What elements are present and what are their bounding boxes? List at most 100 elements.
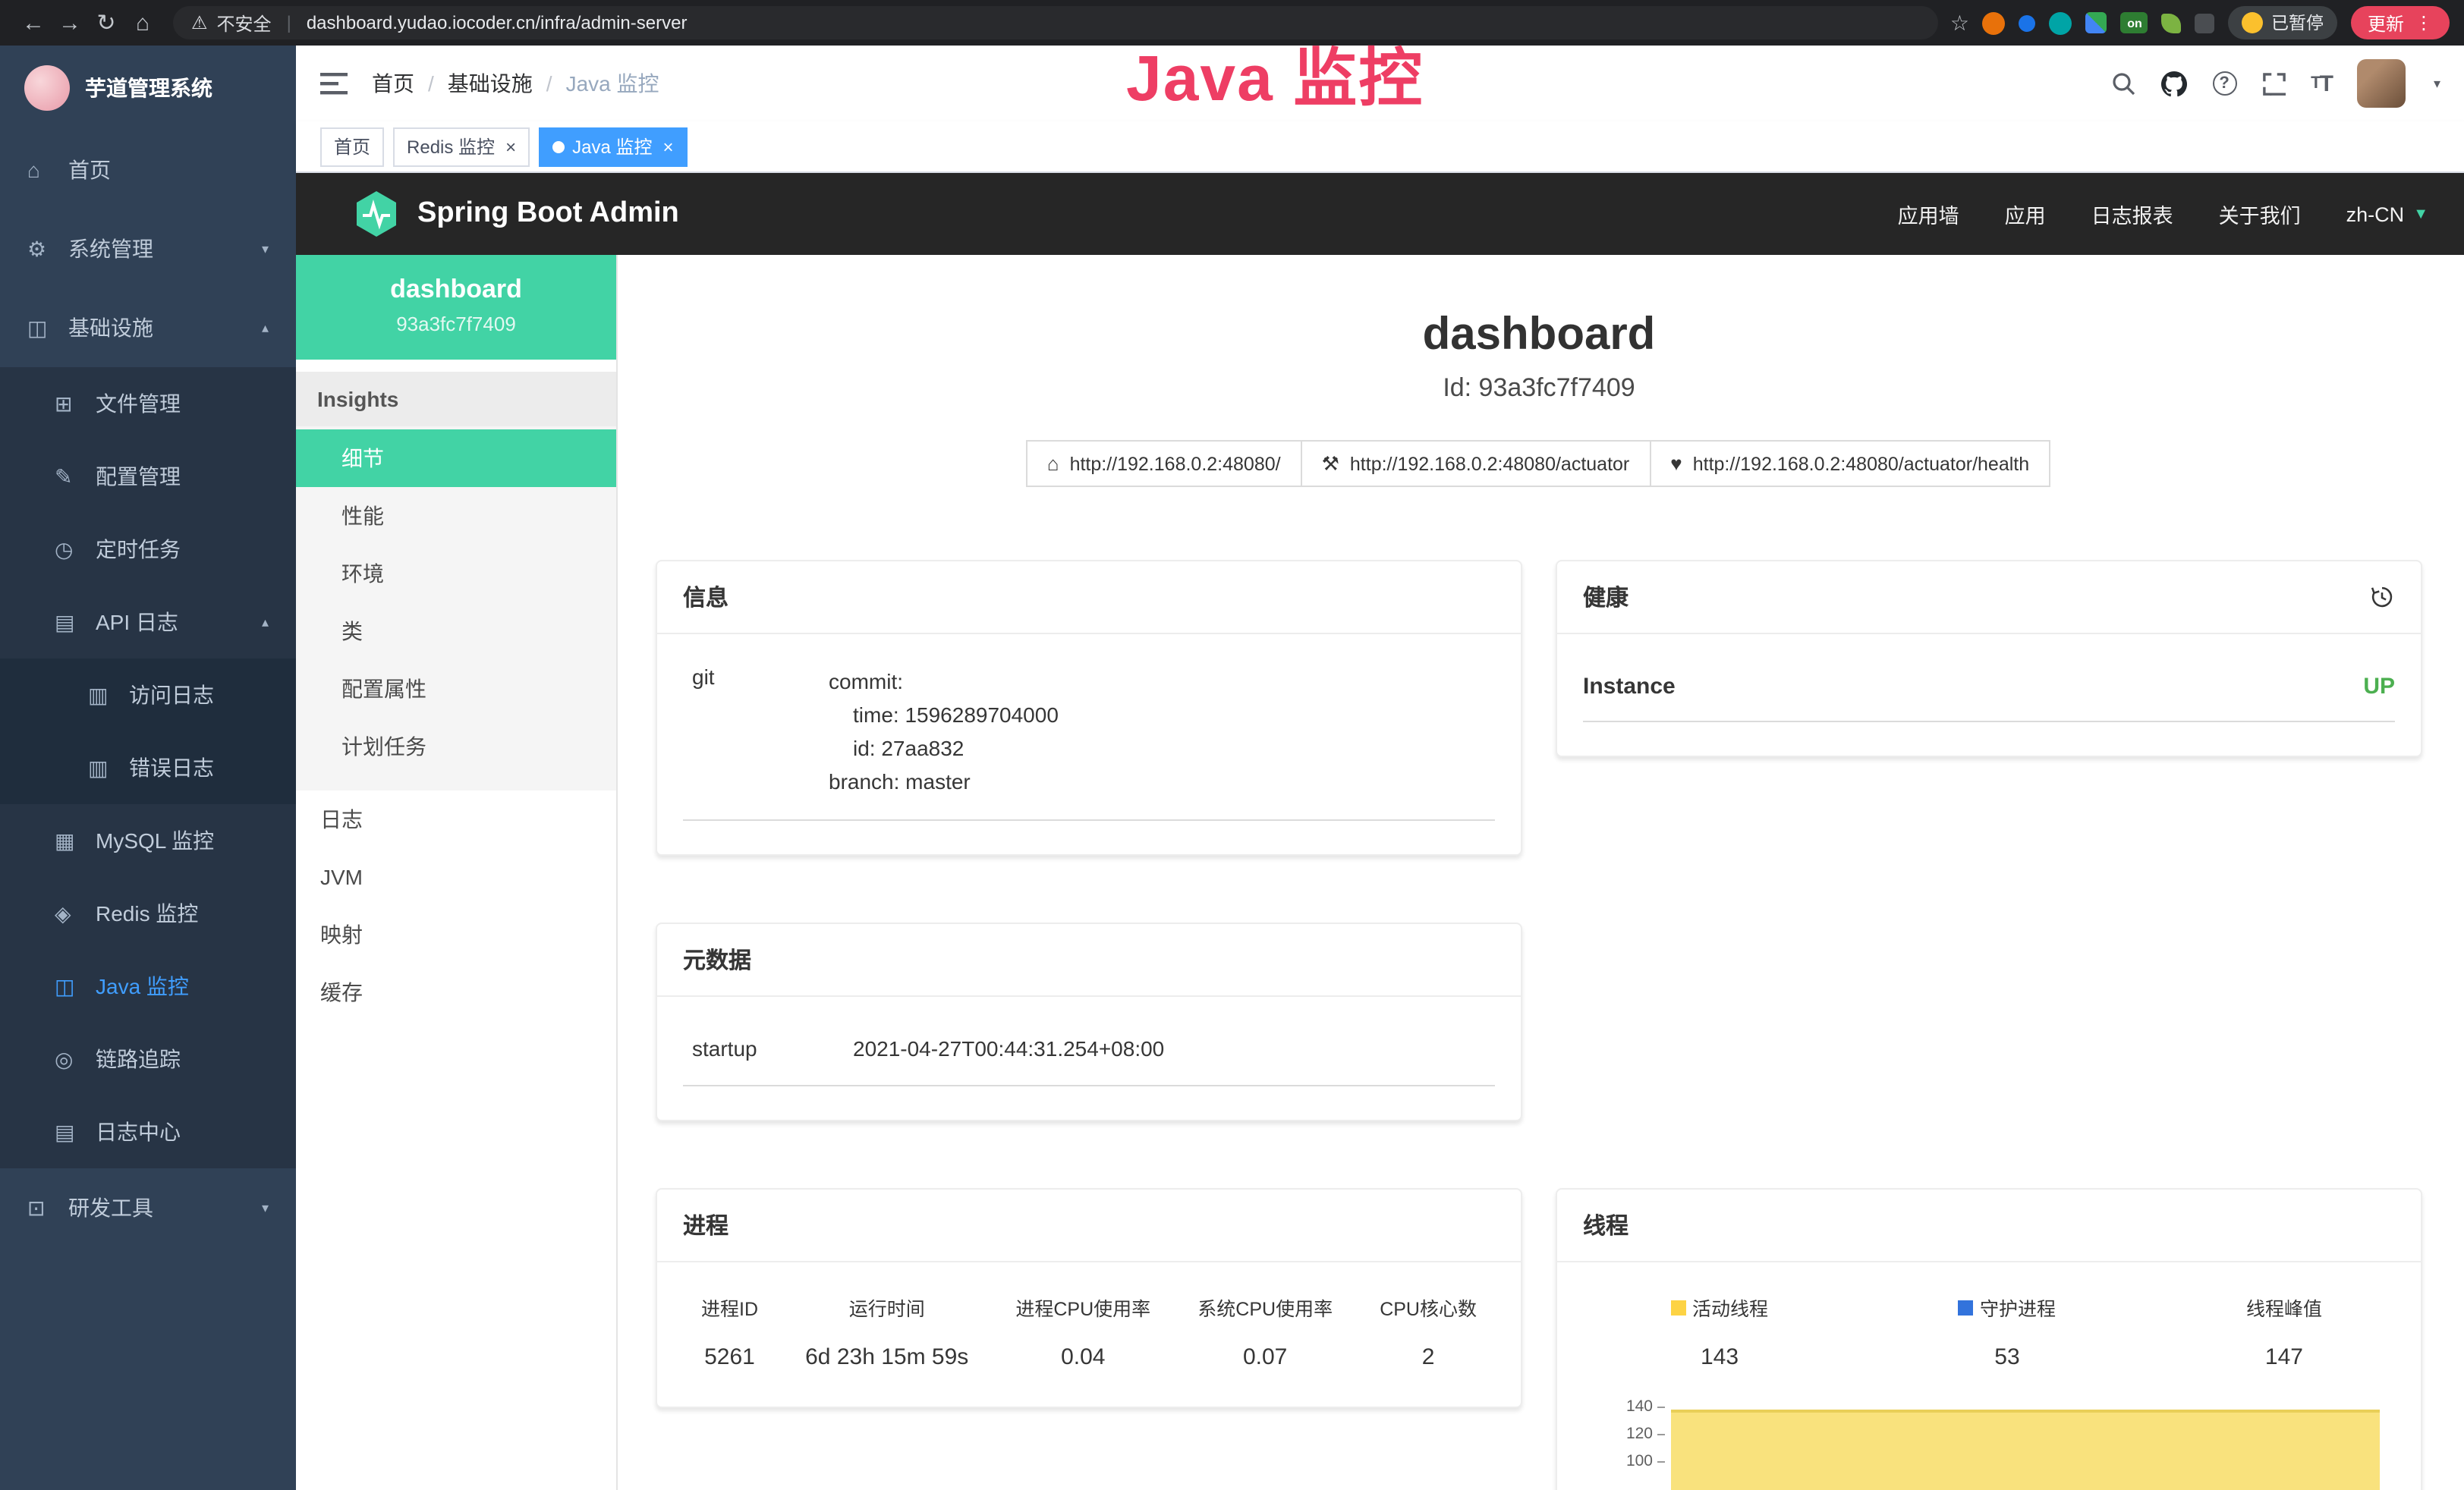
sidebar-item-file[interactable]: ⊞ 文件管理 xyxy=(0,367,296,440)
sidebar-item-redis[interactable]: ◈ Redis 监控 xyxy=(0,877,296,950)
browser-window: Java 监控 ← → ↻ ⌂ ⚠ 不安全 | dashboard.yudao.… xyxy=(0,0,2464,1490)
tools-icon: ⊡ xyxy=(27,1195,61,1221)
instance-id-line: Id: 93a3fc7f7409 xyxy=(656,373,2422,404)
tab-java[interactable]: Java 监控 × xyxy=(539,127,687,166)
sidebar-item-trace[interactable]: ◎ 链路追踪 xyxy=(0,1023,296,1095)
sba-language-select[interactable]: zh-CN ▼ xyxy=(2346,203,2428,225)
sidebar-item-home[interactable]: ⌂ 首页 xyxy=(0,130,296,209)
health-card-title: 健康 xyxy=(1583,581,1629,613)
update-button[interactable]: 更新 ⋮ xyxy=(2351,6,2450,39)
doc-icon: ▥ xyxy=(88,755,121,781)
breadcrumb-home[interactable]: 首页 xyxy=(372,68,414,99)
sba-header: Spring Boot Admin 应用墙 应用 日志报表 关于我们 zh-CN… xyxy=(296,173,2464,255)
forward-button[interactable]: → xyxy=(52,10,88,36)
sidebar-item-infra[interactable]: ◫ 基础设施 ▴ xyxy=(0,288,296,367)
service-url-button[interactable]: ⌂ http://192.168.0.2:48080/ xyxy=(1026,440,1302,487)
back-button[interactable]: ← xyxy=(15,10,52,36)
fullscreen-icon[interactable] xyxy=(2262,72,2285,95)
edit-icon: ✎ xyxy=(55,464,88,489)
extension-orange-icon[interactable] xyxy=(1983,11,2006,34)
gear-icon: ⚙ xyxy=(27,236,61,262)
legend-swatch-daemon xyxy=(1959,1300,1974,1315)
search-icon[interactable] xyxy=(2110,71,2135,96)
extensions-puzzle-icon[interactable] xyxy=(2195,13,2215,33)
annotation-text: Java 监控 xyxy=(1126,27,1424,120)
sba-nav-about[interactable]: 关于我们 xyxy=(2219,199,2301,229)
sba-sidebar: dashboard 93a3fc7f7409 Insights 细节 性能 环境… xyxy=(296,255,618,1490)
extension-blue-icon[interactable] xyxy=(2019,14,2036,31)
app-title: 芋道管理系统 xyxy=(85,73,212,103)
sidebar-item-error-log[interactable]: ▥ 错误日志 xyxy=(0,731,296,804)
sidebar-item-access-log[interactable]: ▥ 访问日志 xyxy=(0,659,296,731)
chevron-down-icon: ▾ xyxy=(262,1199,269,1216)
process-card: 进程 进程ID5261 运行时间6d 23h 15m 59s 进程CPU使用率0… xyxy=(656,1188,1522,1408)
sidebar-item-config[interactable]: ✎ 配置管理 xyxy=(0,440,296,513)
tab-home[interactable]: 首页 xyxy=(320,127,384,166)
app-logo[interactable]: 芋道管理系统 xyxy=(0,46,296,130)
breadcrumb-infra[interactable]: 基础设施 xyxy=(448,68,533,99)
font-size-icon[interactable]: TT xyxy=(2311,71,2332,96)
logo-avatar xyxy=(24,65,70,111)
history-icon[interactable] xyxy=(2369,584,2395,610)
process-card-title: 进程 xyxy=(657,1190,1521,1262)
extension-teal-icon[interactable] xyxy=(2050,11,2072,34)
wrench-icon: ⚒ xyxy=(1322,451,1339,476)
sba-nav-wallboard[interactable]: 应用墙 xyxy=(1898,199,1959,229)
help-icon[interactable]: ? xyxy=(2212,71,2236,96)
refresh-button[interactable]: ↻ xyxy=(88,9,124,36)
sba-body: dashboard 93a3fc7f7409 Insights 细节 性能 环境… xyxy=(296,255,2464,1490)
security-warning-icon[interactable]: ⚠ xyxy=(191,12,208,33)
admin-app: 芋道管理系统 ⌂ 首页 ⚙ 系统管理 ▾ ◫ 基础设施 ▴ ⊞ 文件管理 ✎ xyxy=(0,46,2464,1490)
sidebar-item-log-center[interactable]: ▤ 日志中心 xyxy=(0,1095,296,1168)
home-button[interactable]: ⌂ xyxy=(124,10,161,36)
sba-item-classes[interactable]: 类 xyxy=(296,602,616,660)
sba-frame: Spring Boot Admin 应用墙 应用 日志报表 关于我们 zh-CN… xyxy=(296,173,2464,1490)
sba-item-metrics[interactable]: 性能 xyxy=(296,487,616,545)
log-icon: ▤ xyxy=(55,609,88,635)
sba-brand[interactable]: Spring Boot Admin xyxy=(354,190,679,238)
sba-item-mappings[interactable]: 映射 xyxy=(296,906,616,963)
sba-logo-icon xyxy=(354,190,399,238)
hamburger-icon[interactable] xyxy=(320,71,348,96)
close-icon[interactable]: × xyxy=(662,136,673,157)
breadcrumb-current: Java 监控 xyxy=(566,68,659,99)
github-icon[interactable] xyxy=(2160,71,2186,96)
address-bar[interactable]: ⚠ 不安全 | dashboard.yudao.iocoder.cn/infra… xyxy=(173,6,1938,39)
profile-paused-badge[interactable]: 已暂停 xyxy=(2229,6,2337,39)
instance-header[interactable]: dashboard 93a3fc7f7409 xyxy=(296,255,616,360)
sidebar-item-api-log[interactable]: ▤ API 日志 ▴ xyxy=(0,586,296,659)
user-avatar[interactable] xyxy=(2358,59,2406,108)
sidebar-item-java[interactable]: ◫ Java 监控 xyxy=(0,950,296,1023)
chevron-up-icon: ▴ xyxy=(262,319,269,336)
sba-item-config-props[interactable]: 配置属性 xyxy=(296,660,616,718)
security-label: 不安全 xyxy=(217,10,272,36)
sidebar-item-dev-tools[interactable]: ⊡ 研发工具 ▾ xyxy=(0,1168,296,1247)
active-threads-area xyxy=(1671,1410,2380,1490)
extension-on-icon[interactable]: on xyxy=(2121,12,2148,33)
sba-item-caches[interactable]: 缓存 xyxy=(296,963,616,1021)
sidebar-item-job[interactable]: ◷ 定时任务 xyxy=(0,513,296,586)
sba-item-environment[interactable]: 环境 xyxy=(296,545,616,602)
active-dot-icon xyxy=(552,140,565,152)
main-area: 首页 / 基础设施 / Java 监控 ? xyxy=(296,46,2464,1490)
sidebar-item-system[interactable]: ⚙ 系统管理 ▾ xyxy=(0,209,296,288)
bookmark-star-icon[interactable]: ☆ xyxy=(1950,10,1969,36)
redis-icon: ◈ xyxy=(55,901,88,926)
health-url-button[interactable]: ♥ http://192.168.0.2:48080/actuator/heal… xyxy=(1649,440,2050,487)
java-monitor-icon: ◫ xyxy=(55,973,88,999)
tab-redis[interactable]: Redis 监控 × xyxy=(393,127,530,166)
actuator-url-button[interactable]: ⚒ http://192.168.0.2:48080/actuator xyxy=(1301,440,1651,487)
extension-grid-icon[interactable] xyxy=(2086,12,2107,33)
instance-title: dashboard xyxy=(656,310,2422,361)
database-icon: ▦ xyxy=(55,828,88,853)
close-icon[interactable]: × xyxy=(505,136,516,157)
extension-leaf-icon[interactable] xyxy=(2162,13,2182,33)
browser-actions: ☆ on 已暂停 更新 ⋮ xyxy=(1950,6,2450,39)
sidebar-item-mysql[interactable]: ▦ MySQL 监控 xyxy=(0,804,296,877)
sba-item-jvm[interactable]: JVM xyxy=(296,848,616,906)
sba-item-logs[interactable]: 日志 xyxy=(296,791,616,848)
sba-item-details[interactable]: 细节 xyxy=(296,429,616,487)
sba-nav-journal[interactable]: 日志报表 xyxy=(2091,199,2173,229)
sba-item-scheduled-tasks[interactable]: 计划任务 xyxy=(296,718,616,775)
sba-nav-applications[interactable]: 应用 xyxy=(2005,199,2046,229)
